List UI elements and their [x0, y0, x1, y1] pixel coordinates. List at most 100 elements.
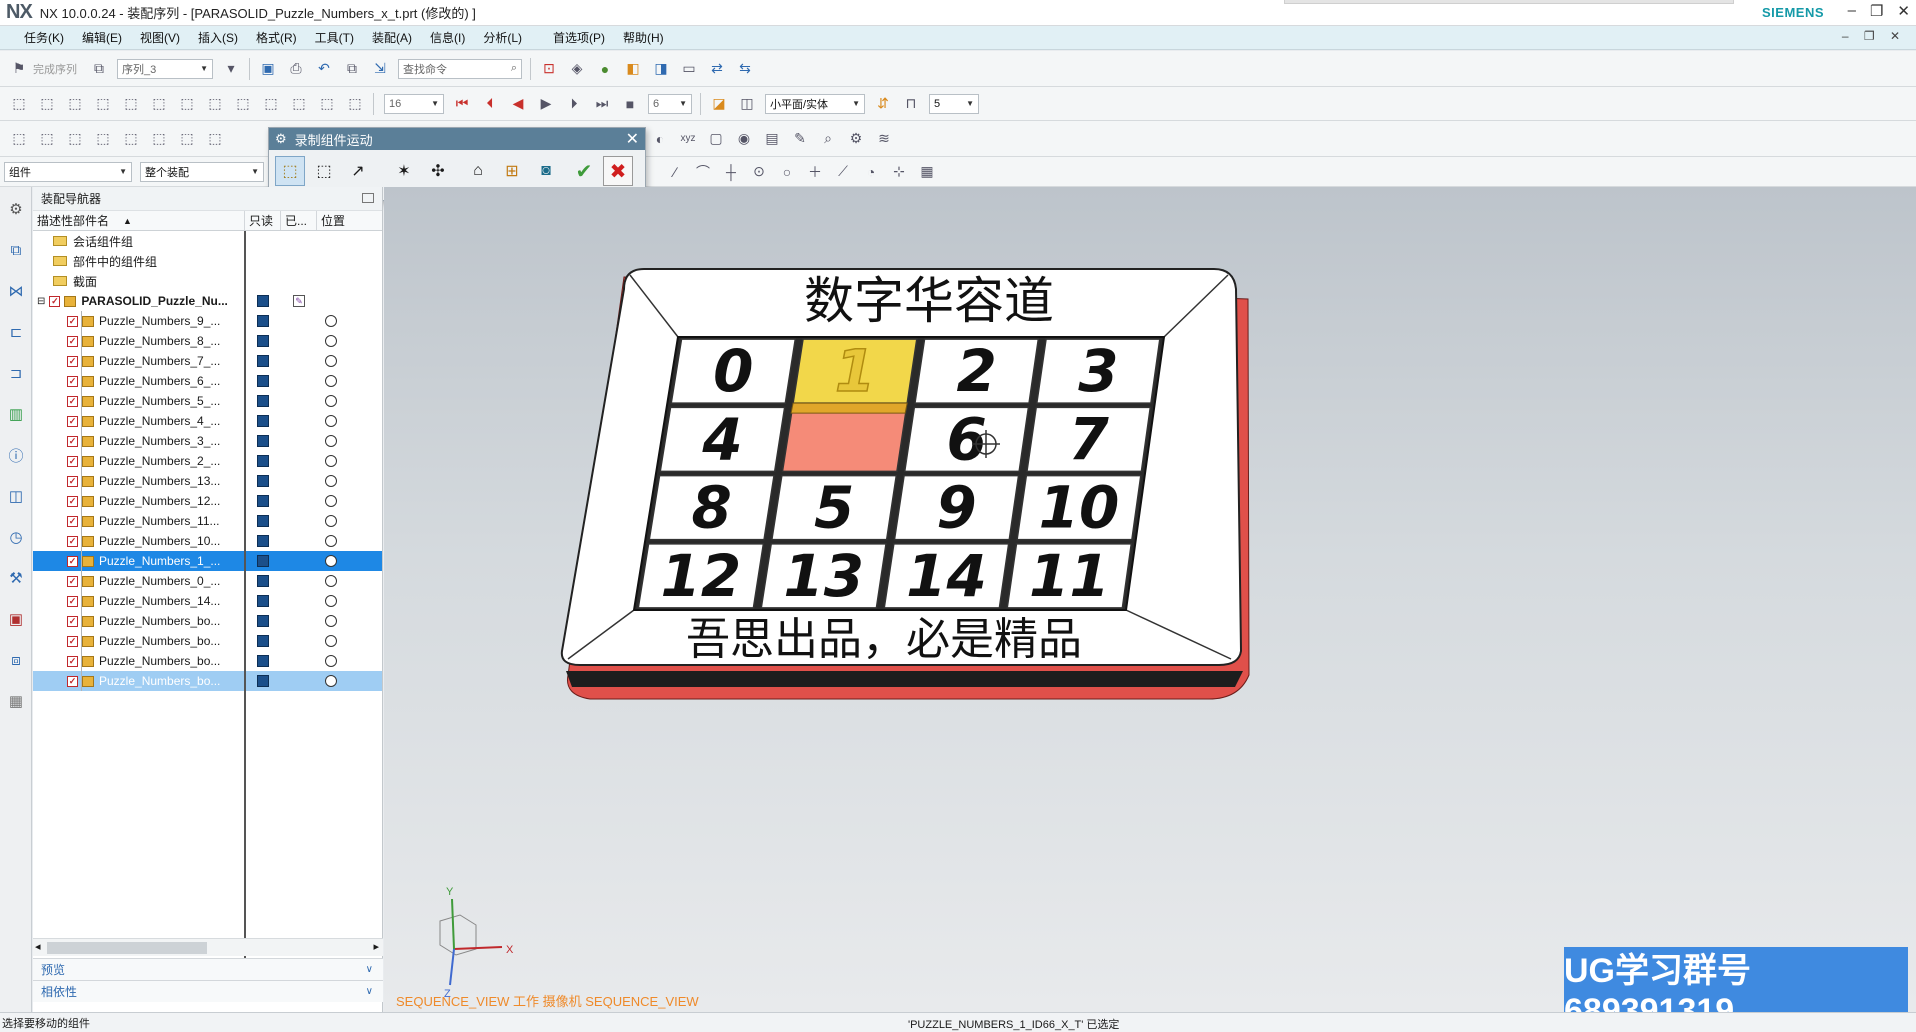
- finish-sequence-icon[interactable]: ⚑: [8, 58, 30, 80]
- select-box-icon[interactable]: ⬚: [204, 128, 226, 150]
- mirror-assembly-icon[interactable]: ⬚: [92, 128, 114, 150]
- column-header-loaded[interactable]: 已...: [281, 211, 317, 230]
- process-studio-icon[interactable]: ▣: [4, 607, 28, 631]
- puzzle-model[interactable]: 0 1 2 34 6 78 5 9 1012 13 14 11数字华容道吾思出品，必是精品XYZ: [384, 187, 1916, 1012]
- collision-icon[interactable]: ⬚: [344, 93, 366, 115]
- component-filter-icon[interactable]: ⬚: [148, 128, 170, 150]
- checkbox-icon[interactable]: ✓: [67, 495, 78, 507]
- checkbox-icon[interactable]: ✓: [67, 655, 78, 667]
- checkbox-icon[interactable]: ✓: [67, 595, 78, 607]
- snap-step-button[interactable]: ⊞: [497, 156, 527, 186]
- checkbox-icon[interactable]: ✓: [67, 575, 78, 587]
- edit-section-icon[interactable]: ◧: [622, 58, 644, 80]
- type-filter-select[interactable]: 组件 ▼: [4, 161, 132, 182]
- roles-icon[interactable]: ⧈: [4, 648, 28, 672]
- array-component-icon[interactable]: ⬚: [64, 128, 86, 150]
- snap-handle-button[interactable]: ↗: [343, 156, 373, 186]
- checkbox-icon[interactable]: ✓: [67, 535, 78, 547]
- restore-button[interactable]: ❐: [1870, 2, 1883, 20]
- dependencies-section[interactable]: 相依性 ∨: [33, 980, 383, 1002]
- background-icon[interactable]: ▭: [678, 58, 700, 80]
- group-icon[interactable]: ⬚: [260, 93, 282, 115]
- gear-icon[interactable]: ⚙: [4, 197, 28, 221]
- checkbox-icon[interactable]: ✓: [67, 515, 78, 527]
- column-header-readonly[interactable]: 只读: [245, 211, 281, 230]
- next-frame-icon[interactable]: ⏵: [563, 93, 585, 115]
- find-command-input[interactable]: 查找命令 ⌕: [398, 58, 522, 79]
- constraint-icon[interactable]: ⇆: [734, 58, 756, 80]
- move-object-button[interactable]: ⬚: [275, 156, 305, 186]
- menu-tools[interactable]: 工具(T): [306, 29, 363, 46]
- wave-icon[interactable]: ≋: [873, 128, 895, 150]
- history-icon[interactable]: ◷: [4, 525, 28, 549]
- checkbox-icon[interactable]: ✓: [67, 435, 78, 447]
- navigator-component-row[interactable]: ✓ Puzzle_Numbers_bo...: [33, 631, 382, 651]
- menu-format[interactable]: 格式(R): [247, 29, 306, 46]
- minimize-button[interactable]: –: [1848, 2, 1856, 20]
- checkbox-icon[interactable]: ✓: [67, 475, 78, 487]
- checkbox-icon[interactable]: ✓: [67, 455, 78, 467]
- navigator-component-row[interactable]: ✓ Puzzle_Numbers_bo...: [33, 671, 382, 691]
- navigator-component-row[interactable]: ✓ Puzzle_Numbers_0_...: [33, 571, 382, 591]
- scroll-left-icon[interactable]: ◂: [35, 940, 41, 953]
- menu-view[interactable]: 视图(V): [131, 29, 189, 46]
- touch-mode-icon[interactable]: ⇲: [369, 58, 391, 80]
- ungroup-icon[interactable]: ⬚: [288, 93, 310, 115]
- finish-sequence-label[interactable]: 完成序列: [33, 61, 77, 77]
- previous-frame-icon[interactable]: ⏴: [479, 93, 501, 115]
- frame-select[interactable]: 16 ▼: [384, 93, 444, 114]
- menu-preferences[interactable]: 首选项(P): [531, 29, 614, 46]
- move-handle-button[interactable]: ⬚: [309, 156, 339, 186]
- move-in-sequence-icon[interactable]: ⬚: [232, 93, 254, 115]
- snap-cross-icon[interactable]: ＋: [804, 161, 826, 183]
- assemble-all-icon[interactable]: ⬚: [64, 93, 86, 115]
- navigator-component-row[interactable]: ✓ Puzzle_Numbers_7_...: [33, 351, 382, 371]
- checkbox-icon[interactable]: ✓: [67, 675, 78, 687]
- rectangle-icon[interactable]: ▢: [705, 128, 727, 150]
- scroll-right-icon[interactable]: ▸: [373, 940, 379, 953]
- assemble-icon[interactable]: ⬚: [36, 93, 58, 115]
- navigator-component-row[interactable]: ✓ Puzzle_Numbers_1_...: [33, 551, 382, 571]
- sequence-select[interactable]: 序列_3 ▼: [117, 58, 213, 79]
- play-backward-icon[interactable]: ◀: [507, 93, 529, 115]
- snap-vertex-icon[interactable]: ⊹: [888, 161, 910, 183]
- navigator-folder-row[interactable]: 会话组件组: [33, 231, 382, 251]
- scrollbar-thumb[interactable]: [47, 942, 207, 954]
- render-style-icon[interactable]: ◈: [566, 58, 588, 80]
- close-button[interactable]: ✕: [1897, 2, 1910, 20]
- navigator-component-row[interactable]: ✓ Puzzle_Numbers_14...: [33, 591, 382, 611]
- constraint-button[interactable]: ✶: [389, 156, 419, 186]
- collapse-icon[interactable]: ⊟: [37, 296, 45, 307]
- checkbox-icon[interactable]: ✓: [67, 415, 78, 427]
- navigator-component-row[interactable]: ✓ Puzzle_Numbers_5_...: [33, 391, 382, 411]
- brush-icon[interactable]: ✎: [789, 128, 811, 150]
- navigator-component-row[interactable]: ✓ Puzzle_Numbers_10...: [33, 531, 382, 551]
- maximize-icon[interactable]: [362, 193, 374, 203]
- navigator-component-row[interactable]: ✓ Puzzle_Numbers_9_...: [33, 311, 382, 331]
- preview-section[interactable]: 预览 ∨: [33, 958, 383, 980]
- snap-line-icon[interactable]: ⟋: [832, 161, 854, 183]
- save-icon[interactable]: ▣: [257, 58, 279, 80]
- selection-scope-select[interactable]: 整个装配 ▼: [140, 161, 264, 182]
- insert-pause-icon[interactable]: ⬚: [176, 93, 198, 115]
- part-navigator-icon[interactable]: ⊏: [4, 320, 28, 344]
- stop-icon[interactable]: ■: [619, 93, 641, 115]
- checkbox-icon[interactable]: ✓: [67, 555, 78, 567]
- new-component-icon[interactable]: ⬚: [36, 128, 58, 150]
- navigator-folder-row[interactable]: 部件中的组件组: [33, 251, 382, 271]
- menu-help[interactable]: 帮助(H): [614, 29, 673, 46]
- snap-point-icon[interactable]: ┼: [720, 161, 742, 183]
- record-camera-icon[interactable]: ⬚: [148, 93, 170, 115]
- snapshot-button[interactable]: ◙: [531, 156, 561, 186]
- checkbox-icon[interactable]: ✓: [49, 295, 61, 307]
- play-forward-icon[interactable]: ▶: [535, 93, 557, 115]
- snap-grid-icon[interactable]: ▦: [916, 161, 938, 183]
- navigator-component-row[interactable]: ✓ Puzzle_Numbers_2_...: [33, 451, 382, 471]
- disassemble-icon[interactable]: ⬚: [92, 93, 114, 115]
- gear-icon[interactable]: ⚙: [845, 128, 867, 150]
- navigator-folder-row[interactable]: 截面: [33, 271, 382, 291]
- navigator-root-row[interactable]: ⊟ ✓ PARASOLID_Puzzle_Nu... ✎: [33, 291, 382, 311]
- fit-view-icon[interactable]: ⊡: [538, 58, 560, 80]
- move-component-icon[interactable]: ⇄: [706, 58, 728, 80]
- navigator-component-row[interactable]: ✓ Puzzle_Numbers_4_...: [33, 411, 382, 431]
